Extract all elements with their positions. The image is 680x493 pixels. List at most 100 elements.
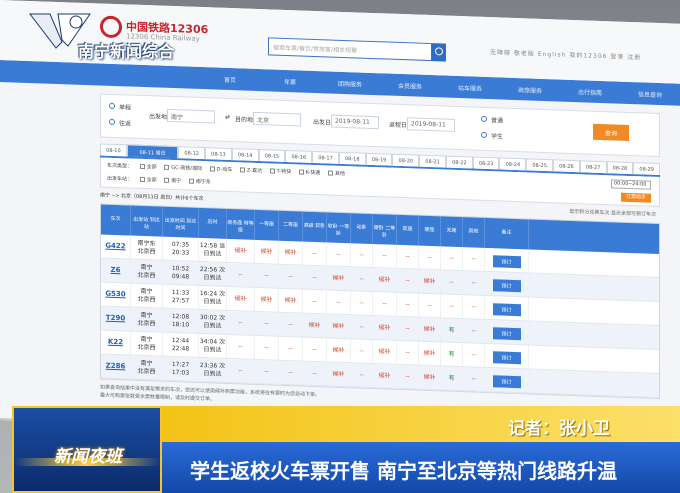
return-date-field[interactable]: 2019-08-11 [407, 117, 455, 132]
checkbox[interactable] [188, 178, 194, 184]
date-tab[interactable]: 08-23 [472, 156, 500, 170]
book-button[interactable]: 预订 [492, 327, 521, 341]
departure-time-select[interactable]: 00:00--24:00 [611, 179, 651, 190]
date-tab[interactable]: 08-15 [258, 149, 286, 162]
book-button[interactable]: 预订 [492, 279, 521, 293]
date-tab[interactable]: 08-24 [499, 157, 527, 171]
arrival-time: 20:33 [171, 249, 190, 257]
seat-availability[interactable]: 候补 [419, 317, 441, 342]
date-tab[interactable]: 08-22 [445, 155, 473, 169]
date-tab[interactable]: 08-17 [312, 150, 339, 164]
checkbox[interactable] [239, 167, 245, 173]
seat-availability[interactable]: 候补 [419, 269, 441, 294]
seat-availability[interactable]: 候补 [279, 288, 303, 313]
nav-item-guide[interactable]: 出行指南 [560, 80, 620, 104]
seat-availability: -- [419, 293, 441, 318]
seat-availability[interactable]: 候补 [373, 340, 397, 364]
train-type-label: 车次类型： [107, 162, 133, 170]
seat-availability[interactable]: 候补 [279, 240, 303, 265]
seat-availability[interactable]: 候补 [255, 239, 279, 264]
seat-availability[interactable]: 候补 [327, 314, 351, 339]
date-tab[interactable]: 08-16 [285, 149, 313, 163]
checkbox[interactable] [209, 166, 215, 172]
passenger-student-radio[interactable] [481, 131, 487, 139]
checkbox[interactable] [269, 168, 275, 174]
date-tab[interactable]: 08-25 [526, 158, 554, 172]
seat-availability[interactable]: 候补 [303, 313, 327, 338]
book-button[interactable]: 预订 [492, 375, 521, 389]
to-station: 北京西 [137, 247, 156, 256]
date-tab[interactable]: 08-19 [365, 152, 393, 166]
seat-availability[interactable]: 候补 [327, 362, 351, 387]
seat-availability[interactable]: 有 [441, 342, 463, 367]
seat-availability[interactable]: 候补 [419, 365, 441, 390]
nav-item-tickets[interactable]: 车票 [260, 69, 320, 93]
nav-item-info[interactable]: 信息查询 [620, 82, 680, 106]
column-header: 一等座 [255, 209, 279, 241]
seat-availability[interactable]: 有 [441, 366, 463, 391]
book-button[interactable]: 预订 [492, 255, 521, 269]
seat-availability[interactable]: 候补 [373, 316, 397, 340]
date-tab[interactable]: 08-12 [178, 146, 206, 160]
seat-availability[interactable]: 候补 [373, 364, 397, 388]
seat-availability[interactable]: 候补 [419, 341, 441, 366]
date-tab[interactable]: 08-28 [606, 161, 634, 175]
seat-availability[interactable]: 候补 [255, 287, 279, 312]
passenger-normal-radio[interactable] [481, 115, 487, 123]
checkbox[interactable] [327, 170, 333, 176]
seat-availability[interactable]: 有 [441, 318, 463, 343]
date-tab[interactable]: 08-10 [100, 143, 127, 157]
seat-availability[interactable]: 候补 [327, 266, 351, 291]
date-tab[interactable]: 08-21 [419, 154, 446, 168]
date-field[interactable]: 2019-08-11 [331, 114, 379, 130]
nav-item-home[interactable]: 首页 [200, 67, 260, 91]
date-tab[interactable]: 08-29 [633, 162, 661, 176]
date-tab[interactable]: 08-20 [392, 153, 420, 167]
nav-item-group[interactable]: 团购服务 [320, 71, 380, 95]
train-number-link[interactable]: K22 [101, 330, 131, 355]
checkbox[interactable] [164, 164, 170, 170]
seat-availability: -- [463, 247, 485, 271]
search-input[interactable]: 搜索车票/餐饮/常旅客/相关规章 [268, 37, 432, 62]
book-button[interactable]: 预订 [492, 351, 521, 365]
lower-third: 新闻夜班 记者：张小卫 学生返校火车票开售 南宁至北京等热门线路升温 [12, 406, 680, 493]
nav-item-business[interactable]: 商旅服务 [500, 77, 560, 101]
action-cell: 预订 [485, 295, 529, 321]
seat-availability[interactable]: 候补 [227, 286, 255, 311]
seat-availability: -- [351, 339, 373, 364]
book-button[interactable]: 预订 [492, 303, 521, 317]
date-tab[interactable]: 08-13 [205, 147, 232, 161]
seat-availability: -- [279, 312, 303, 337]
checkbox[interactable] [298, 169, 304, 175]
single-trip-radio[interactable] [109, 102, 115, 110]
swap-icon[interactable]: ⇄ [225, 114, 230, 121]
search-icon[interactable] [432, 43, 446, 62]
train-number-link[interactable]: Z6 [101, 258, 131, 283]
return-trip-radio[interactable] [109, 118, 115, 126]
query-button[interactable]: 查询 [593, 123, 629, 141]
date-tab[interactable]: 08-18 [338, 151, 366, 165]
train-number-link[interactable]: G530 [101, 282, 131, 307]
seat-availability[interactable]: 候补 [227, 238, 255, 263]
top-links[interactable]: 无障碍 敬老版 English 我的12306 登录 注册 [490, 47, 641, 61]
date-tab[interactable]: 08-27 [579, 160, 607, 174]
train-number-link[interactable]: T290 [101, 306, 131, 331]
checkbox[interactable] [164, 177, 170, 183]
booking-assistant-button[interactable]: 订票助手 [621, 192, 651, 203]
date-tab-active[interactable]: 08-11 周日 [126, 144, 179, 159]
seat-availability[interactable]: 候补 [373, 268, 397, 292]
display-options[interactable]: 显示积分兑换车次 显示全部可预订车次 [569, 208, 656, 218]
checkbox[interactable] [139, 163, 145, 170]
to-field[interactable]: 北京 [253, 111, 301, 127]
train-number-link[interactable]: Z286 [101, 354, 131, 379]
nav-item-station[interactable]: 站车服务 [440, 75, 500, 99]
seat-availability: -- [303, 265, 327, 290]
nav-item-member[interactable]: 会员服务 [380, 73, 440, 97]
seat-availability[interactable]: 候补 [327, 338, 351, 363]
date-tab[interactable]: 08-26 [553, 159, 580, 173]
date-tab[interactable]: 08-14 [231, 148, 259, 162]
from-field[interactable]: 南宁 [167, 108, 215, 124]
train-number-link[interactable]: G422 [101, 234, 131, 259]
checkbox[interactable] [139, 176, 145, 183]
china-railway-logo-icon[interactable] [100, 15, 122, 39]
